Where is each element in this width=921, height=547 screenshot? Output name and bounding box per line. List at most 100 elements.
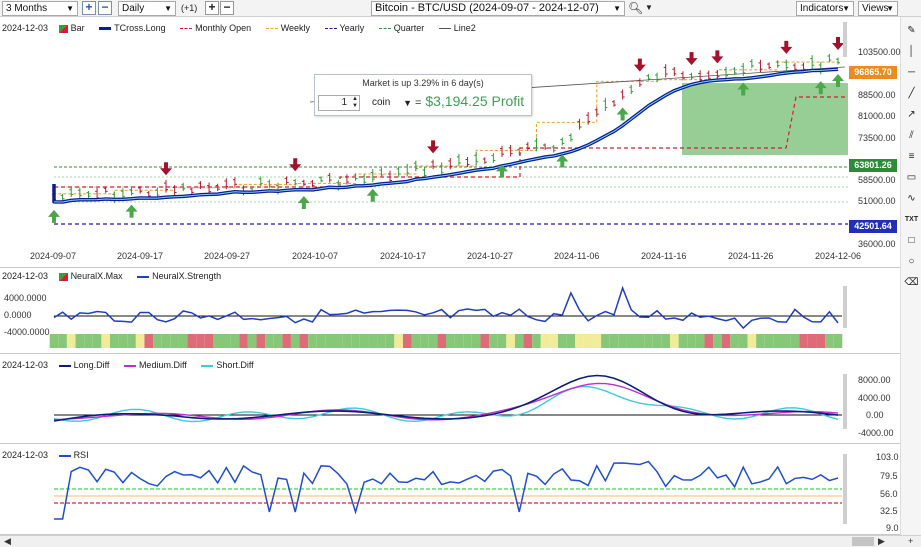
price-pane[interactable]: 2024-12-03 Bar TCross.Long Monthly Open …	[0, 17, 901, 268]
wave-tool-icon[interactable]: ∿	[904, 191, 919, 206]
x-tick: 2024-10-27	[467, 251, 514, 261]
neuralx-max-segment	[523, 334, 533, 348]
neuralx-max-segment	[558, 334, 567, 348]
stepper-arrows-icon[interactable]: ▲ ▼	[352, 96, 358, 110]
y-tick: 73500.00	[858, 133, 896, 143]
range-value: 3 Months	[6, 3, 48, 14]
chevron-down-icon[interactable]: ▼	[645, 3, 653, 12]
neuralx-max-segment	[540, 334, 550, 348]
views-button[interactable]: Views ▼	[858, 1, 898, 16]
rsi-pane[interactable]: 2024-12-03 RSI 103.0 79.5 56.0 32.5 9.0	[0, 444, 900, 535]
neuralx-max-segment	[489, 334, 498, 348]
neuralx-max-segment	[135, 334, 145, 348]
neuralx-max-segment	[764, 334, 774, 348]
scrollbar-thumb[interactable]	[852, 537, 874, 546]
pen-tool-icon[interactable]: ✎	[904, 23, 919, 38]
text-tool-icon[interactable]: TXT	[904, 212, 919, 227]
neuralx-max-segment	[178, 334, 188, 348]
legend-item-short-diff[interactable]: Short.Diff	[201, 360, 254, 370]
line-swatch-icon	[123, 364, 136, 367]
neuralx-pane[interactable]: 2024-12-03 NeuralX.Max NeuralX.Strength …	[0, 268, 900, 354]
indicators-button[interactable]: Indicators ▼	[796, 1, 854, 16]
neuralx-max-segment	[118, 334, 128, 348]
neuralx-max-segment	[359, 334, 369, 348]
circle-tool-icon[interactable]: ○	[904, 254, 919, 269]
zoom-in-button[interactable]: +	[82, 1, 96, 15]
y-tick: -4000.0000	[4, 327, 50, 337]
y-tick: 0.00	[866, 410, 884, 420]
neuralx-max-segment	[342, 334, 352, 348]
horizontal-scrollbar[interactable]: ◀ ▶ +	[0, 535, 921, 547]
interval-value: Daily	[122, 3, 145, 14]
vertical-line-tool-icon[interactable]: │	[904, 44, 919, 59]
line-swatch-icon	[180, 28, 193, 30]
rsi-chart-svg[interactable]	[0, 444, 900, 535]
neuralx-max-segment	[644, 334, 653, 348]
add-offset-button[interactable]: +	[205, 1, 219, 15]
zoom-out-button[interactable]: −	[98, 1, 112, 15]
neuralx-max-segment	[368, 334, 378, 348]
range-select[interactable]: 3 Months ▼	[2, 1, 78, 16]
line-swatch-icon	[265, 28, 278, 30]
y-tick: 56.0	[880, 489, 898, 499]
x-tick: 2024-10-07	[292, 251, 339, 261]
legend-item-bar[interactable]: Bar	[58, 23, 85, 33]
neuralx-max-segment	[144, 334, 154, 348]
horizontal-line-tool-icon[interactable]: ─	[904, 65, 919, 80]
diff-pane[interactable]: 2024-12-03 Long.Diff Medium.Diff Short.D…	[0, 354, 900, 444]
legend-item-line2[interactable]: Line2	[438, 23, 476, 33]
neuralx-max-segment	[170, 334, 179, 348]
add-pane-icon[interactable]: +	[908, 536, 913, 547]
drawing-tools-panel: ✎ │ ─ ╱ ↗ ⫽ ≡ ▭ ∿ TXT □ ○ ⌫	[900, 17, 921, 535]
unit-select[interactable]: coin ▼	[372, 96, 412, 110]
legend-item-rsi[interactable]: RSI	[58, 450, 89, 460]
quantity-stepper[interactable]: 1 ▲ ▼	[318, 95, 360, 111]
legend-item-monthly-open[interactable]: Monthly Open	[180, 23, 251, 33]
neuralx-max-segment	[402, 334, 412, 348]
legend-item-medium-diff[interactable]: Medium.Diff	[123, 360, 187, 370]
legend-item-neuralx-strength[interactable]: NeuralX.Strength	[137, 271, 221, 281]
indicators-label: Indicators	[800, 3, 844, 14]
comment-tool-icon[interactable]: ▭	[904, 170, 919, 185]
x-tick: 2024-09-27	[204, 251, 251, 261]
legend-item-yearly[interactable]: Yearly	[324, 23, 364, 33]
neuralx-max-segment	[84, 334, 93, 348]
neuralx-max-segment	[833, 334, 843, 348]
scroll-right-icon[interactable]: ▶	[878, 536, 885, 547]
neuralx-max-segment	[351, 334, 360, 348]
ray-tool-icon[interactable]: ↗	[904, 107, 919, 122]
neuralx-max-segment	[566, 334, 576, 348]
line-swatch-icon	[137, 275, 150, 278]
legend-item-quarter[interactable]: Quarter	[378, 23, 424, 33]
symbol-select[interactable]: Bitcoin - BTC/USD (2024-09-07 - 2024-12-…	[371, 1, 625, 16]
eraser-tool-icon[interactable]: ⌫	[904, 275, 919, 290]
trend-line-tool-icon[interactable]: ╱	[904, 86, 919, 101]
remove-offset-button[interactable]: −	[220, 1, 234, 15]
legend-item-weekly[interactable]: Weekly	[265, 23, 310, 33]
y-tick: 32.5	[880, 506, 898, 516]
scroll-left-icon[interactable]: ◀	[4, 536, 11, 547]
neuralx-max-segment	[626, 334, 636, 348]
neuralx-max-segment	[687, 334, 696, 348]
rectangle-tool-icon[interactable]: □	[904, 233, 919, 248]
neuralx-max-segment	[583, 334, 593, 348]
neuralx-max-segment	[790, 334, 800, 348]
interval-select[interactable]: Daily ▼	[118, 1, 176, 16]
legend-item-tcross-long[interactable]: TCross.Long	[99, 23, 166, 33]
legend-item-neuralx-max[interactable]: NeuralX.Max	[58, 271, 123, 281]
fibonacci-tool-icon[interactable]: ≡	[904, 149, 919, 164]
line-swatch-icon	[201, 364, 214, 367]
neuralx-max-segment	[609, 334, 619, 348]
legend-item-long-diff[interactable]: Long.Diff	[58, 360, 109, 370]
neuralx-max-segment	[265, 334, 274, 348]
price-chart-svg[interactable]	[0, 17, 900, 268]
y-tick: 88500.00	[858, 90, 896, 100]
y-tick: 4000.00	[858, 393, 891, 403]
channel-tool-icon[interactable]: ⫽	[904, 128, 919, 143]
neuralx-max-segment	[127, 334, 136, 348]
search-icon[interactable]: 🔍︎	[628, 1, 643, 15]
neuralx-max-segment	[506, 334, 515, 348]
neuralx-max-segment	[187, 334, 197, 348]
sell-signal-arrow-icon	[711, 50, 724, 64]
pane-scroll-strip	[843, 286, 847, 328]
